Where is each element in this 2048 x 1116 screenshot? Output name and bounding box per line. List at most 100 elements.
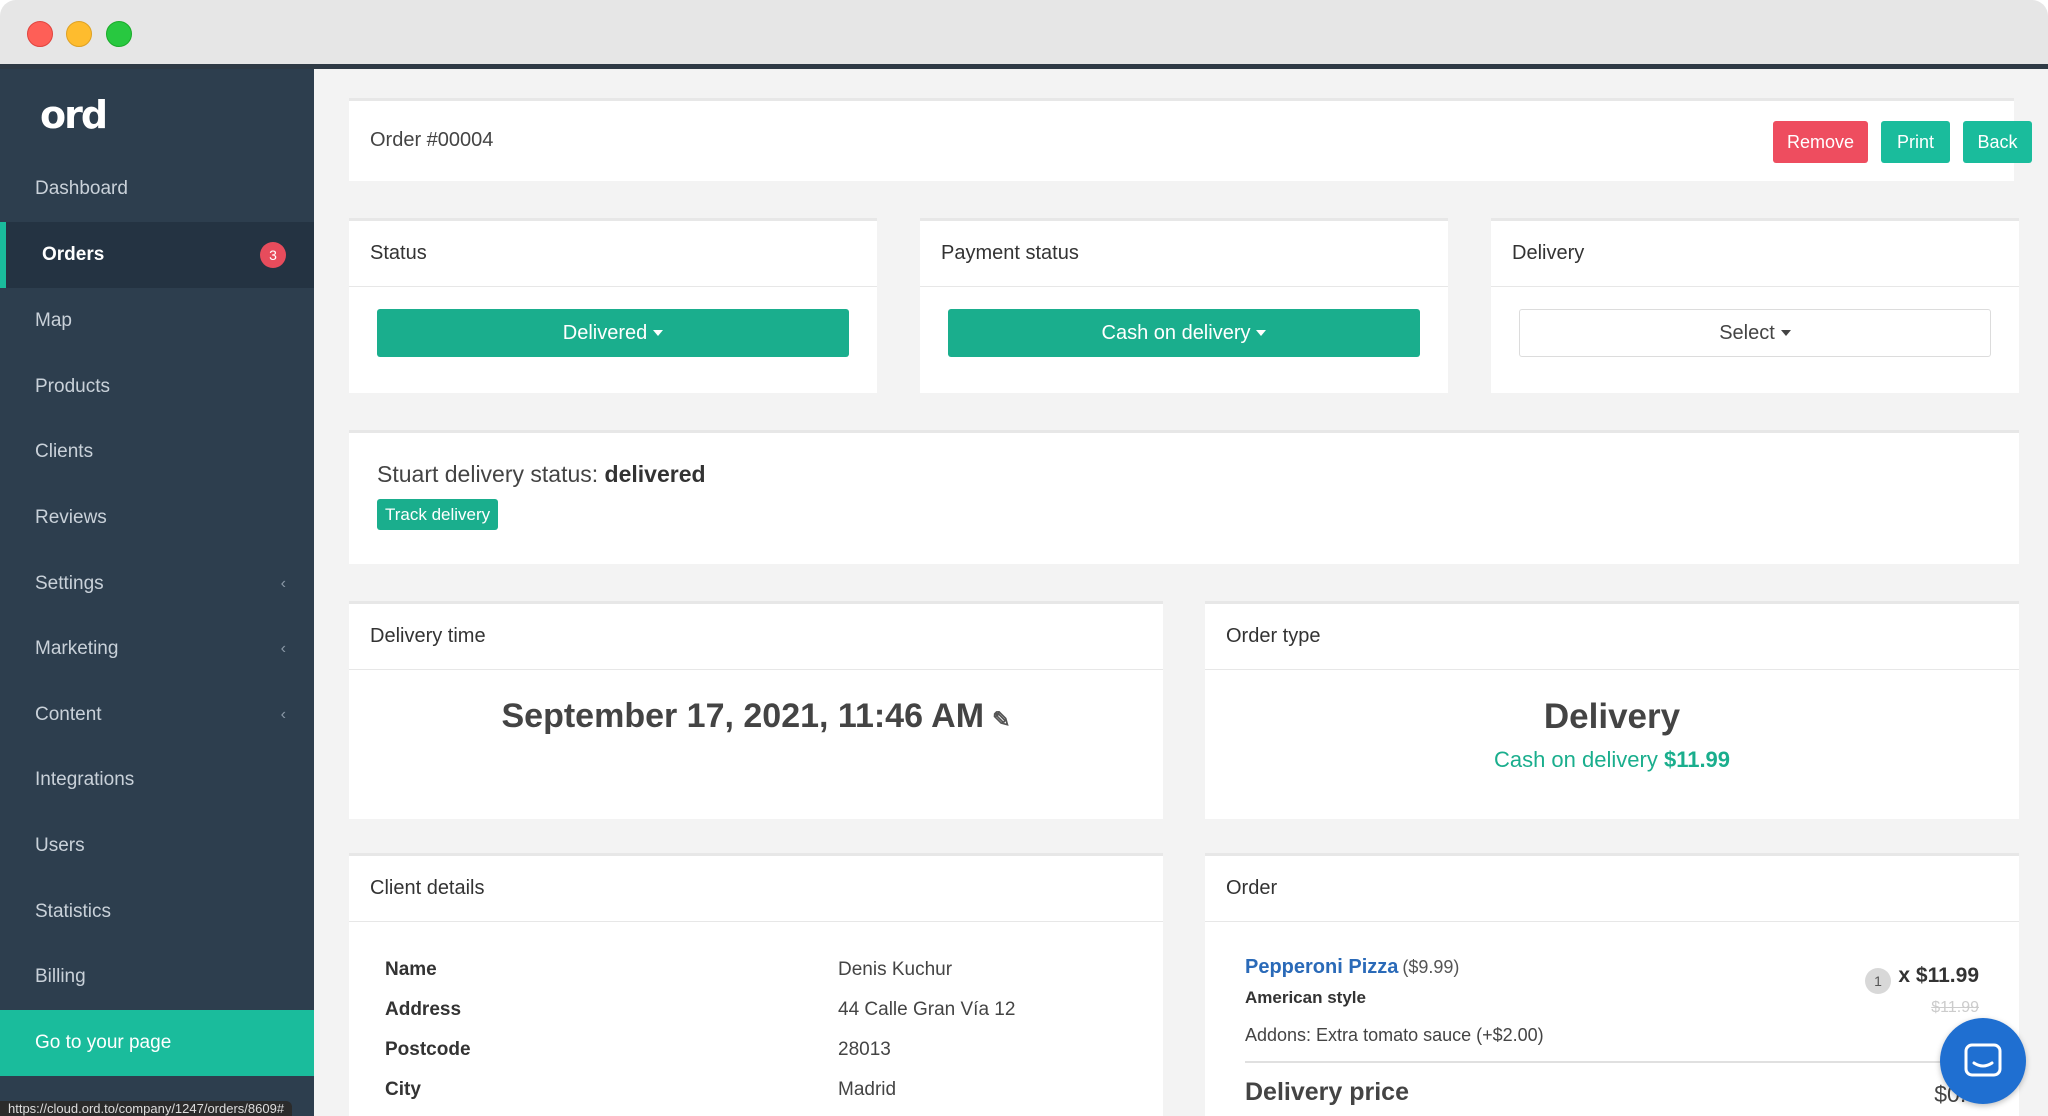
sidebar: ord Dashboard Orders 3 Map Products Clie… (0, 69, 314, 1116)
client-detail-row: Postcode 28013 (385, 1030, 1145, 1070)
main-content: Order #00004 Remove Print Back Status De… (314, 69, 2048, 1116)
chevron-left-icon: ‹ (280, 640, 286, 657)
orders-count-badge: 3 (260, 242, 286, 268)
order-header-card: Order #00004 Remove Print Back (349, 98, 2032, 181)
client-detail-value: 44 Calle Gran Vía 12 (838, 999, 1016, 1020)
client-detail-key: Address (385, 999, 462, 1020)
client-detail-value: Madrid (838, 1079, 897, 1100)
page-title: Order #00004 (370, 129, 494, 151)
delivery-select-value: Select (1719, 321, 1775, 344)
window-close-button[interactable] (27, 21, 53, 47)
sidebar-item-label: Content (35, 704, 102, 725)
sidebar-item-label: Users (35, 835, 85, 856)
sidebar-item-marketing[interactable]: Marketing ‹ (0, 616, 314, 682)
card-title: Client details (349, 856, 1163, 922)
chevron-left-icon: ‹ (280, 575, 286, 592)
sidebar-item-billing[interactable]: Billing (0, 944, 314, 1010)
pencil-icon[interactable]: ✎ (992, 707, 1010, 733)
order-item-addons: Addons: Extra tomato sauce (+$2.00) (1245, 1025, 1544, 1045)
caret-down-icon (653, 330, 664, 336)
sidebar-item-label: Integrations (35, 769, 135, 790)
sidebar-item-label: Clients (35, 441, 94, 462)
order-item-unit-price: ($9.99) (1402, 957, 1460, 977)
card-title: Status (349, 221, 877, 287)
status-dropdown[interactable]: Delivered (377, 309, 849, 357)
stuart-status-label: Stuart delivery status: (377, 461, 599, 487)
order-item-link[interactable]: Pepperoni Pizza ($9.99) (1245, 956, 1459, 979)
sidebar-item-settings[interactable]: Settings ‹ (0, 551, 314, 617)
sidebar-item-reviews[interactable]: Reviews (0, 485, 314, 551)
back-button[interactable]: Back (1963, 121, 2032, 163)
client-detail-value: Denis Kuchur (838, 959, 953, 980)
client-detail-row: City Madrid (385, 1070, 1145, 1110)
payment-status-value: Cash on delivery (1101, 321, 1251, 344)
client-detail-key: City (385, 1079, 421, 1100)
delivery-select-dropdown[interactable]: Select (1519, 309, 1991, 357)
caret-down-icon (1780, 330, 1791, 336)
order-type-card: Order type Delivery Cash on delivery $11… (1205, 601, 2019, 819)
payment-status-card: Payment status Cash on delivery (920, 218, 1448, 393)
sidebar-item-products[interactable]: Products (0, 354, 314, 420)
order-line-total-old: $11.99 (1931, 999, 1979, 1016)
chat-glyph (1964, 1043, 2002, 1077)
sidebar-item-label: Map (35, 310, 72, 331)
order-line-total: x $11.99 (1898, 964, 1979, 987)
stuart-status-line: Stuart delivery status: delivered (377, 461, 706, 488)
sidebar-item-statistics[interactable]: Statistics (0, 879, 314, 945)
sidebar-item-content[interactable]: Content ‹ (0, 682, 314, 748)
card-title: Order type (1205, 604, 2019, 670)
print-button[interactable]: Print (1881, 121, 1950, 163)
caret-down-icon (1256, 330, 1267, 336)
client-detail-value: 28013 (838, 1039, 891, 1060)
order-item-name: Pepperoni Pizza (1245, 956, 1399, 978)
status-value: Delivered (562, 321, 648, 344)
track-delivery-button[interactable]: Track delivery (377, 499, 499, 530)
card-title: Order (1205, 856, 2019, 922)
client-detail-key: Name (385, 959, 437, 980)
chevron-left-icon: ‹ (280, 706, 286, 723)
order-type-payment-amount: $11.99 (1663, 747, 1731, 772)
sidebar-item-label: Products (35, 376, 110, 397)
delivery-price-label: Delivery price (1245, 1078, 1409, 1106)
sidebar-item-label: Dashboard (35, 178, 128, 199)
window-minimize-button[interactable] (66, 21, 92, 47)
client-details-card: Client details Name Denis Kuchur Address… (349, 853, 1163, 1116)
order-type-value: Delivery (1543, 697, 1681, 736)
card-title: Delivery (1491, 221, 2019, 287)
order-card: Order Pepperoni Pizza ($9.99) American st… (1205, 853, 2019, 1116)
sidebar-item-orders[interactable]: Orders 3 (0, 222, 314, 288)
sidebar-item-map[interactable]: Map (0, 288, 314, 354)
order-item-style: American style (1245, 988, 1366, 1007)
go-to-page-button[interactable]: Go to your page (0, 1010, 314, 1076)
client-detail-key: Postcode (385, 1039, 471, 1060)
sidebar-item-dashboard[interactable]: Dashboard (0, 156, 314, 222)
card-title: Payment status (920, 221, 1448, 287)
client-detail-row: Address 44 Calle Gran Vía 12 (385, 990, 1145, 1030)
sidebar-item-label: Reviews (35, 507, 107, 528)
divider (1245, 1061, 2019, 1063)
payment-status-dropdown[interactable]: Cash on delivery (948, 309, 1420, 357)
window-titlebar (0, 0, 2048, 64)
delivery-time-text: September 17, 2021, 11:46 AM (501, 697, 985, 735)
sidebar-item-label: Orders (42, 244, 105, 265)
stuart-status-value: delivered (604, 461, 706, 487)
chat-icon[interactable] (1940, 1018, 2026, 1104)
logo[interactable]: ord (40, 93, 108, 137)
order-type-payment: Cash on delivery $11.99 (1205, 747, 2019, 773)
client-detail-row: Name Denis Kuchur (385, 950, 1145, 990)
sidebar-item-integrations[interactable]: Integrations (0, 747, 314, 813)
quantity-badge: 1 (1865, 968, 1891, 994)
stuart-status-card: Stuart delivery status: delivered Track … (349, 430, 2019, 564)
sidebar-item-label: Billing (35, 966, 86, 987)
delivery-card: Delivery Select (1491, 218, 2019, 393)
order-type-payment-label: Cash on delivery (1493, 747, 1658, 772)
remove-button[interactable]: Remove (1773, 121, 1868, 163)
status-url: https://cloud.ord.to/company/1247/orders… (0, 1101, 293, 1116)
sidebar-item-label: Settings (35, 573, 104, 594)
sidebar-item-label: Marketing (35, 638, 119, 659)
window-maximize-button[interactable] (106, 21, 132, 47)
sidebar-item-users[interactable]: Users (0, 813, 314, 879)
sidebar-item-label: Statistics (35, 901, 112, 922)
sidebar-item-clients[interactable]: Clients (0, 419, 314, 485)
card-title: Delivery time (349, 604, 1163, 670)
